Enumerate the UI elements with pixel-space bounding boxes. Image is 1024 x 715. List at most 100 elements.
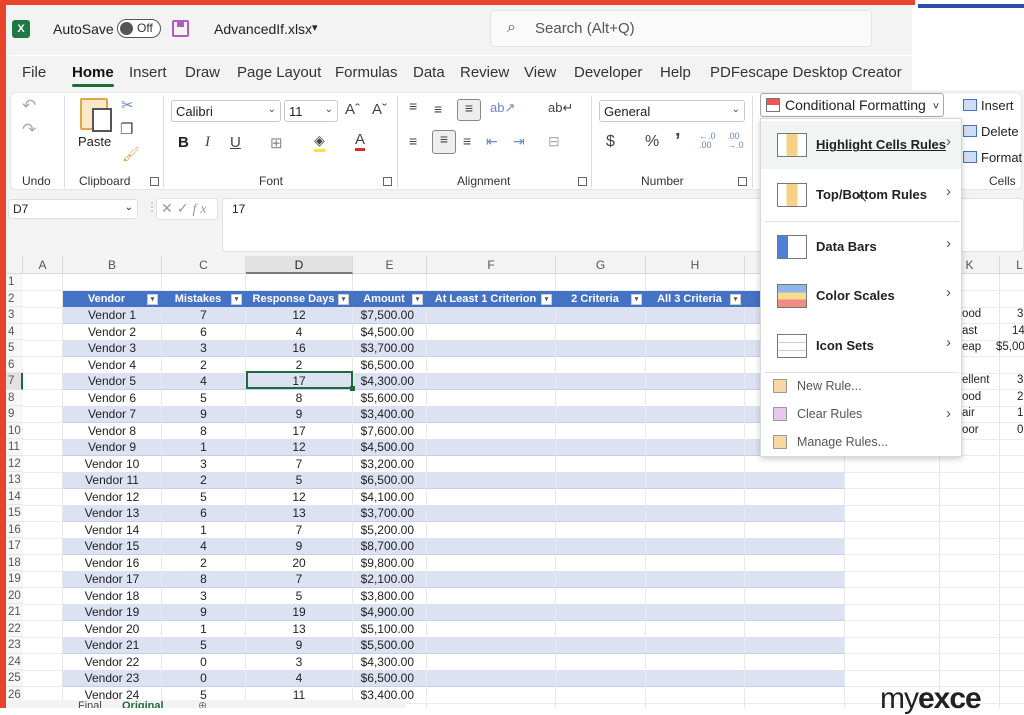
column-header-a[interactable]: A — [23, 256, 63, 274]
tab-formulas[interactable]: Formulas — [335, 64, 398, 81]
column-header-b[interactable]: B — [63, 256, 162, 274]
table-cell[interactable] — [427, 620, 556, 637]
filter-dropdown-icon[interactable]: ▾ — [730, 293, 741, 305]
table-cell[interactable] — [427, 389, 556, 406]
table-cell[interactable] — [427, 670, 556, 687]
align-left-icon[interactable]: ≡ — [409, 133, 417, 149]
side-table-value[interactable]: 1 — [1017, 407, 1023, 419]
table-cell[interactable] — [745, 637, 845, 654]
table-cell[interactable] — [646, 521, 745, 538]
table-cell[interactable]: 6 — [162, 323, 246, 340]
align-right-icon[interactable]: ≡ — [463, 133, 471, 149]
table-cell[interactable]: $4,500.00 — [353, 323, 427, 340]
row-header[interactable]: 12 — [6, 455, 23, 472]
table-cell[interactable] — [646, 356, 745, 373]
bold-button[interactable]: B — [178, 134, 189, 151]
table-cell[interactable]: Vendor 23 — [63, 670, 162, 687]
table-cell[interactable]: $3,700.00 — [353, 340, 427, 357]
column-header-e[interactable]: E — [353, 256, 427, 274]
redo-icon[interactable]: ↷ — [22, 120, 36, 140]
table-cell[interactable]: $3,400.00 — [353, 406, 427, 423]
table-cell[interactable] — [556, 587, 646, 604]
format-cells-button[interactable]: Format — [963, 150, 1022, 165]
table-cell[interactable]: 19 — [246, 604, 353, 621]
merge-center-icon[interactable]: ⊟ — [548, 133, 560, 150]
table-cell[interactable]: Vendor 12 — [63, 488, 162, 505]
table-cell[interactable]: Vendor 21 — [63, 637, 162, 654]
table-cell[interactable] — [556, 571, 646, 588]
table-cell[interactable]: 9 — [246, 406, 353, 423]
row-header[interactable]: 13 — [6, 472, 23, 489]
table-cell[interactable] — [556, 637, 646, 654]
table-cell[interactable] — [427, 422, 556, 439]
table-cell[interactable] — [427, 406, 556, 423]
table-cell[interactable]: 9 — [162, 604, 246, 621]
row-header[interactable]: 21 — [6, 604, 23, 621]
comma-button[interactable]: ’ — [675, 130, 681, 153]
table-cell[interactable] — [556, 488, 646, 505]
side-table-label[interactable]: ood — [962, 308, 981, 320]
insert-cells-button[interactable]: Insert — [963, 98, 1014, 113]
table-cell[interactable] — [427, 538, 556, 555]
fill-color-icon[interactable]: ◈ — [314, 132, 325, 152]
align-top-icon[interactable]: ≡ — [409, 98, 417, 114]
table-cell[interactable] — [427, 356, 556, 373]
filter-dropdown-icon[interactable]: ▾ — [147, 293, 158, 305]
filter-dropdown-icon[interactable]: ▾ — [231, 293, 242, 305]
enter-icon[interactable]: ✓ — [177, 200, 193, 216]
table-cell[interactable]: 1 — [162, 521, 246, 538]
table-cell[interactable]: $3,800.00 — [353, 587, 427, 604]
clipboard-launcher-icon[interactable] — [150, 177, 159, 186]
increase-indent-icon[interactable]: ⇥ — [513, 133, 525, 150]
menu-item-manage-rules[interactable]: Manage Rules... — [761, 429, 961, 455]
save-icon[interactable] — [172, 20, 189, 37]
table-cell[interactable] — [745, 472, 845, 489]
filter-dropdown-icon[interactable]: ▾ — [631, 293, 642, 305]
shrink-font-button[interactable]: Aˇ — [372, 101, 387, 118]
table-cell[interactable]: Vendor 17 — [63, 571, 162, 588]
table-cell[interactable] — [556, 604, 646, 621]
table-cell[interactable]: $9,800.00 — [353, 554, 427, 571]
cancel-icon[interactable]: ✕ — [161, 200, 177, 216]
tab-view[interactable]: View — [524, 64, 556, 81]
row-header[interactable]: 25 — [6, 670, 23, 687]
format-painter-icon[interactable]: 🖌 — [122, 146, 140, 163]
row-header[interactable]: 24 — [6, 653, 23, 670]
number-format-select[interactable]: General ⌄ — [599, 100, 745, 122]
orientation-icon[interactable]: ab↗ — [490, 100, 515, 116]
table-cell[interactable] — [556, 406, 646, 423]
side-table-value[interactable]: 14 — [1012, 325, 1024, 337]
table-cell[interactable] — [646, 670, 745, 687]
table-cell[interactable]: Vendor 10 — [63, 455, 162, 472]
table-cell[interactable]: $8,700.00 — [353, 538, 427, 555]
delete-cells-button[interactable]: Delete — [963, 124, 1019, 139]
table-cell[interactable] — [745, 571, 845, 588]
conditional-formatting-button[interactable]: Conditional Formatting ˅ — [760, 93, 944, 117]
table-cell[interactable] — [646, 637, 745, 654]
font-size-select[interactable]: 11 ⌄ — [284, 100, 338, 122]
table-cell[interactable]: $4,300.00 — [353, 653, 427, 670]
table-cell[interactable]: $4,500.00 — [353, 439, 427, 456]
tab-draw[interactable]: Draw — [185, 64, 220, 81]
table-cell[interactable] — [556, 323, 646, 340]
table-cell[interactable] — [745, 554, 845, 571]
table-cell[interactable] — [427, 554, 556, 571]
table-cell[interactable]: 12 — [246, 439, 353, 456]
table-cell[interactable]: $5,600.00 — [353, 389, 427, 406]
table-cell[interactable]: $6,500.00 — [353, 472, 427, 489]
table-cell[interactable] — [745, 521, 845, 538]
table-cell[interactable] — [745, 505, 845, 522]
table-cell[interactable]: $4,900.00 — [353, 604, 427, 621]
table-cell[interactable] — [745, 455, 845, 472]
paste-button[interactable]: Paste — [78, 134, 111, 149]
table-cell[interactable] — [646, 538, 745, 555]
table-cell[interactable]: Vendor 9 — [63, 439, 162, 456]
filter-dropdown-icon[interactable]: ▾ — [412, 293, 423, 305]
row-header[interactable]: 10 — [6, 422, 23, 439]
table-cell[interactable] — [646, 554, 745, 571]
decrease-indent-icon[interactable]: ⇤ — [486, 133, 498, 150]
row-header[interactable]: 1 — [6, 274, 23, 291]
italic-button[interactable]: I — [205, 134, 210, 151]
number-launcher-icon[interactable] — [738, 177, 747, 186]
table-cell[interactable]: 5 — [162, 389, 246, 406]
